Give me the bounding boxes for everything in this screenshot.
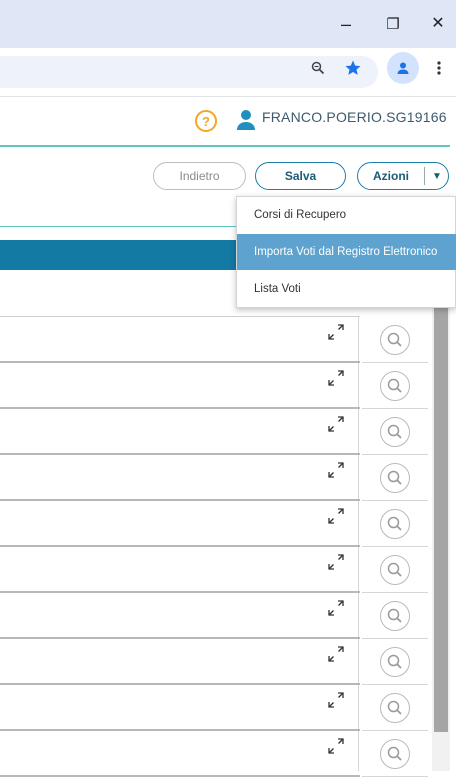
table-row — [0, 455, 360, 501]
close-icon: ✕ — [431, 15, 445, 32]
search-icon[interactable] — [380, 370, 410, 401]
row-search-cell — [362, 363, 428, 409]
help-icon: ? — [202, 113, 210, 129]
user-icon — [236, 109, 256, 131]
expand-icon[interactable] — [327, 369, 345, 387]
close-window-button[interactable]: ✕ — [426, 12, 450, 36]
search-icon[interactable] — [380, 738, 410, 769]
row-search-cell — [362, 639, 428, 685]
right-edge — [450, 270, 456, 771]
restore-icon: ❐ — [386, 15, 400, 33]
search-icon[interactable] — [380, 692, 410, 723]
table-row — [0, 409, 360, 455]
header-divider — [0, 145, 450, 147]
actions-separator — [424, 167, 425, 185]
search-icon[interactable] — [380, 600, 410, 631]
table-row — [0, 593, 360, 639]
chevron-down-icon[interactable]: ▼ — [428, 171, 446, 182]
save-button[interactable]: Salva — [255, 162, 346, 190]
search-icon[interactable] — [380, 462, 410, 493]
minimize-button[interactable]: – — [334, 12, 358, 36]
restore-button[interactable]: ❐ — [381, 12, 405, 36]
table-row — [0, 731, 360, 777]
scrollbar-thumb[interactable] — [434, 272, 448, 732]
search-icon[interactable] — [380, 324, 410, 355]
expand-icon[interactable] — [327, 461, 345, 479]
row-search-cell — [362, 547, 428, 593]
back-button[interactable]: Indietro — [153, 162, 246, 190]
bookmark-star-icon[interactable] — [341, 56, 365, 80]
search-icon[interactable] — [380, 554, 410, 585]
row-search-cell — [362, 593, 428, 639]
table-row — [0, 317, 360, 363]
expand-icon[interactable] — [327, 507, 345, 525]
username-label: FRANCO.POERIO.SG19166 — [262, 109, 447, 125]
minimize-icon: – — [340, 14, 351, 34]
table-row — [0, 363, 360, 409]
table-row — [0, 501, 360, 547]
row-search-cell — [362, 501, 428, 547]
toolbar-divider — [0, 226, 236, 227]
actions-button[interactable]: Azioni ▼ — [357, 162, 449, 190]
row-search-cell — [362, 409, 428, 455]
row-search-cell — [362, 317, 428, 363]
row-search-cell — [362, 685, 428, 731]
expand-icon[interactable] — [327, 737, 345, 755]
search-icon[interactable] — [380, 508, 410, 539]
actions-dropdown-menu: Corsi di Recupero Importa Voti dal Regis… — [236, 196, 456, 308]
menu-item-lista-voti[interactable]: Lista Voti — [237, 271, 456, 307]
expand-icon[interactable] — [327, 415, 345, 433]
actions-label: Azioni — [373, 169, 409, 183]
expand-icon[interactable] — [327, 645, 345, 663]
profile-icon[interactable] — [387, 52, 419, 84]
table-row — [0, 639, 360, 685]
search-icon[interactable] — [380, 646, 410, 677]
row-search-cell — [362, 455, 428, 501]
menu-dots-icon[interactable] — [427, 56, 451, 80]
table-row — [0, 547, 360, 593]
expand-icon[interactable] — [327, 599, 345, 617]
menu-item-importa-voti[interactable]: Importa Voti dal Registro Elettronico — [237, 234, 456, 270]
expand-icon[interactable] — [327, 691, 345, 709]
menu-item-corsi-di-recupero[interactable]: Corsi di Recupero — [237, 197, 456, 233]
search-icon[interactable] — [380, 416, 410, 447]
table-row — [0, 685, 360, 731]
row-search-cell — [362, 731, 428, 777]
zoom-icon[interactable] — [306, 56, 330, 80]
expand-icon[interactable] — [327, 323, 345, 341]
expand-icon[interactable] — [327, 553, 345, 571]
help-button[interactable]: ? — [195, 110, 217, 132]
